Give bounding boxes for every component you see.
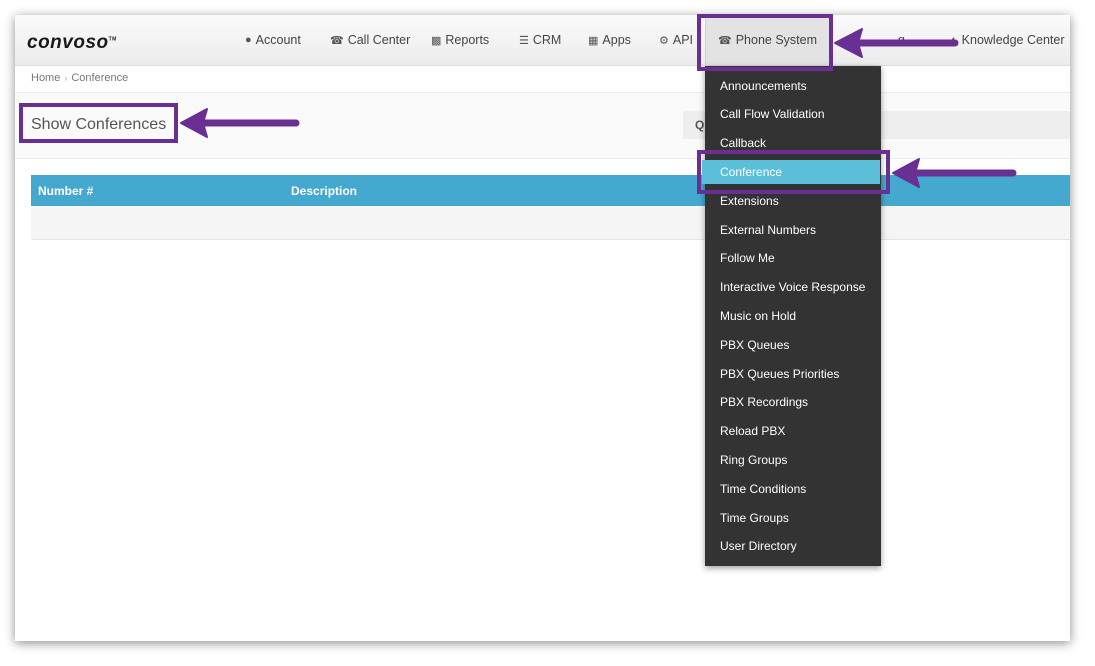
annotation-arrows [180,28,1017,188]
arrow-to-conference [892,158,1017,188]
arrow-to-page-title [180,108,300,138]
arrow-to-phone-system [834,28,959,58]
